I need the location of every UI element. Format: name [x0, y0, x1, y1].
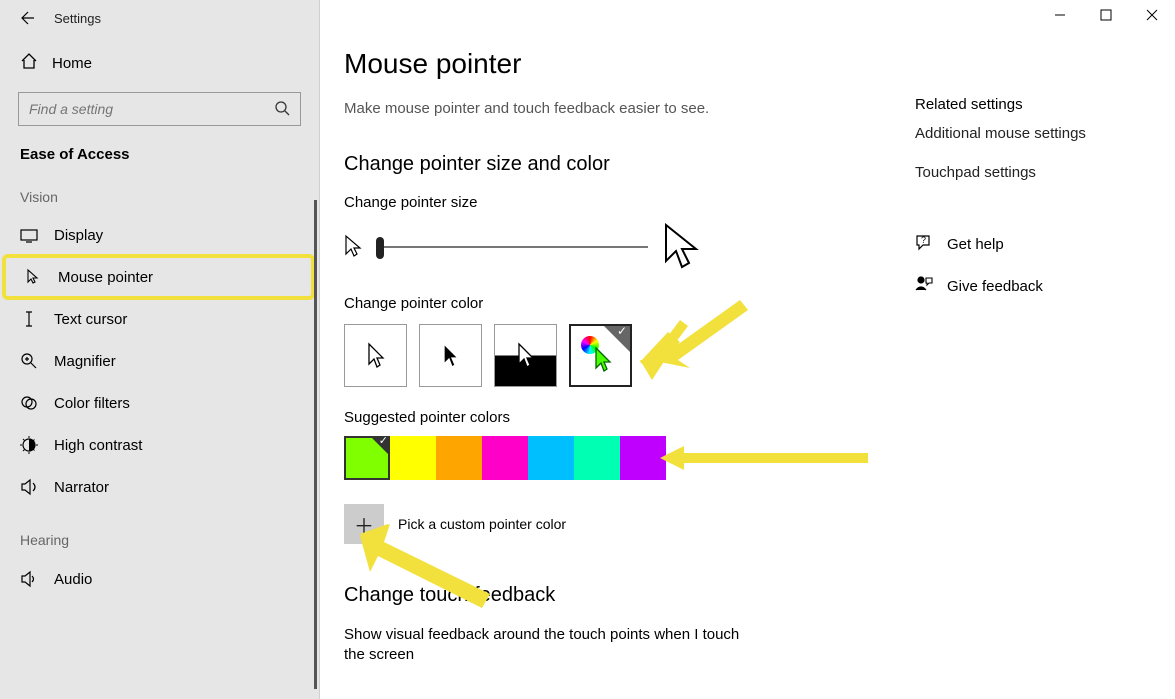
window-title: Settings [54, 11, 101, 26]
category-header: Ease of Access [0, 142, 319, 181]
link-touchpad-settings[interactable]: Touchpad settings [915, 164, 1135, 181]
touch-feedback-description: Show visual feedback around the touch po… [344, 625, 764, 666]
pointer-size-label: Change pointer size [344, 194, 884, 211]
custom-color-label: Pick a custom pointer color [398, 516, 566, 532]
sidebar-item-label: Color filters [54, 395, 130, 412]
sidebar-inner: Home Ease of Access Vision Display Mouse… [0, 36, 319, 600]
sidebar-item-narrator[interactable]: Narrator [0, 466, 319, 508]
get-help-label: Get help [947, 236, 1004, 253]
feedback-icon [915, 275, 933, 297]
sidebar: Settings Home Ease of Access Vision Disp… [0, 0, 320, 699]
section-touch: Change touch feedback [344, 584, 884, 607]
settings-window: Settings Home Ease of Access Vision Disp… [0, 0, 1175, 699]
slider-thumb[interactable] [376, 237, 384, 259]
color-swatch[interactable] [436, 436, 482, 480]
content-column: Mouse pointer Make mouse pointer and tou… [344, 0, 884, 666]
back-arrow-icon [18, 10, 34, 26]
pointer-color-white[interactable] [344, 324, 407, 387]
cursor-white-icon [366, 342, 386, 370]
color-swatch[interactable] [574, 436, 620, 480]
give-feedback-link[interactable]: Give feedback [915, 275, 1135, 297]
page-title: Mouse pointer [344, 48, 884, 80]
sidebar-item-label: Narrator [54, 479, 109, 496]
pointer-color-options [344, 324, 884, 387]
search-icon [274, 100, 290, 119]
svg-text:?: ? [921, 235, 926, 245]
display-icon [20, 229, 38, 243]
pointer-size-slider-row [344, 223, 884, 271]
plus-icon: ＋ [354, 510, 374, 539]
window-controls [1037, 0, 1175, 30]
main-content: Mouse pointer Make mouse pointer and tou… [320, 0, 1175, 699]
home-icon [20, 52, 38, 74]
cursor-green-icon [593, 346, 613, 374]
sidebar-item-label: High contrast [54, 437, 142, 454]
close-button[interactable] [1129, 0, 1175, 30]
sidebar-item-label: Magnifier [54, 353, 116, 370]
get-help-link[interactable]: ? Get help [915, 233, 1135, 255]
high-contrast-icon [20, 436, 38, 454]
sidebar-item-mouse-pointer[interactable]: Mouse pointer [4, 256, 313, 298]
custom-color-row: ＋ Pick a custom pointer color [344, 504, 884, 544]
search-box[interactable] [18, 92, 301, 126]
cursor-large-icon [662, 223, 700, 271]
group-hearing: Hearing [0, 508, 319, 558]
color-swatch[interactable] [620, 436, 666, 480]
color-filters-icon [20, 394, 38, 412]
pointer-size-slider[interactable] [376, 246, 648, 248]
give-feedback-label: Give feedback [947, 278, 1043, 295]
help-icon: ? [915, 233, 933, 255]
section-size-color: Change pointer size and color [344, 153, 884, 176]
sidebar-item-label: Text cursor [54, 311, 127, 328]
related-heading: Related settings [915, 96, 1135, 113]
cursor-small-icon [344, 234, 362, 260]
pointer-color-inverted[interactable] [494, 324, 557, 387]
color-swatch[interactable] [390, 436, 436, 480]
sidebar-item-magnifier[interactable]: Magnifier [0, 340, 319, 382]
sidebar-item-color-filters[interactable]: Color filters [0, 382, 319, 424]
magnifier-icon [20, 352, 38, 370]
color-swatch[interactable] [528, 436, 574, 480]
search-input[interactable] [29, 101, 274, 117]
suggested-colors-label: Suggested pointer colors [344, 409, 884, 426]
sidebar-item-label: Display [54, 227, 103, 244]
cursor-black-icon [441, 342, 461, 370]
text-cursor-icon [20, 310, 38, 328]
related-settings: Related settings Additional mouse settin… [915, 96, 1135, 317]
sidebar-item-label: Mouse pointer [58, 269, 153, 286]
titlebar: Settings [0, 0, 319, 36]
sidebar-item-display[interactable]: Display [0, 215, 319, 256]
home-label: Home [52, 55, 92, 72]
pick-custom-color-button[interactable]: ＋ [344, 504, 384, 544]
pointer-color-custom[interactable] [569, 324, 632, 387]
sidebar-item-high-contrast[interactable]: High contrast [0, 424, 319, 466]
sidebar-item-audio[interactable]: Audio [0, 558, 319, 600]
group-vision: Vision [0, 181, 319, 215]
color-swatch[interactable] [344, 436, 390, 480]
minimize-button[interactable] [1037, 0, 1083, 30]
narrator-icon [20, 478, 38, 496]
pointer-color-black[interactable] [419, 324, 482, 387]
sidebar-item-text-cursor[interactable]: Text cursor [0, 298, 319, 340]
sidebar-scrollbar[interactable] [314, 200, 317, 689]
color-swatch[interactable] [482, 436, 528, 480]
back-button[interactable] [16, 8, 36, 28]
pointer-color-label: Change pointer color [344, 295, 884, 312]
selected-check-icon [370, 436, 390, 456]
mouse-pointer-icon [24, 268, 42, 286]
link-additional-mouse-settings[interactable]: Additional mouse settings [915, 125, 1135, 142]
cursor-inverted-icon [516, 342, 536, 370]
audio-icon [20, 570, 38, 588]
maximize-button[interactable] [1083, 0, 1129, 30]
page-subtitle: Make mouse pointer and touch feedback ea… [344, 100, 884, 117]
sidebar-item-label: Audio [54, 571, 92, 588]
home-nav[interactable]: Home [0, 46, 319, 88]
suggested-color-swatches [344, 436, 884, 480]
